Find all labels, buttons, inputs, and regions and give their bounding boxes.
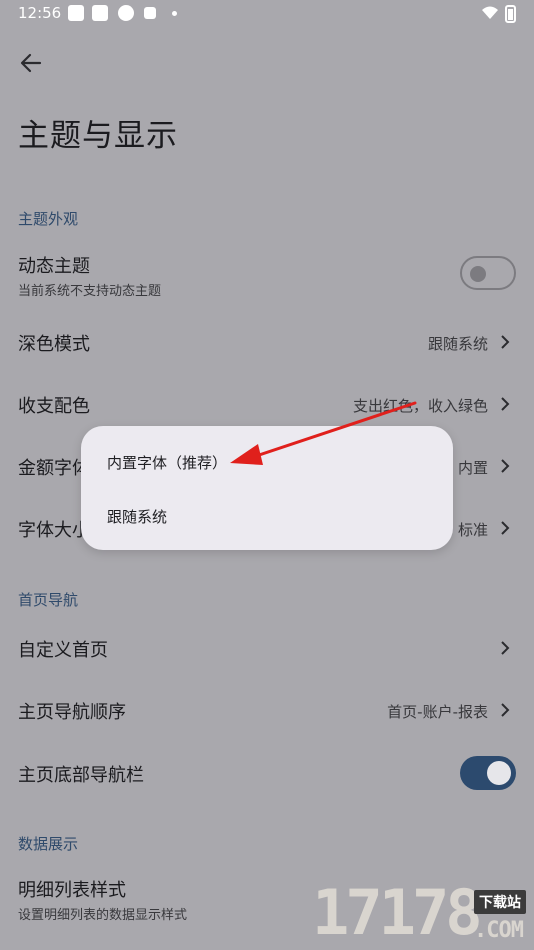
chevron-right-icon bbox=[501, 335, 510, 349]
arrow-left-icon bbox=[20, 53, 42, 73]
page-title: 主题与显示 bbox=[18, 118, 178, 154]
setting-home-nav-order[interactable]: 主页导航顺序 首页-账户-报表 bbox=[0, 686, 534, 734]
setting-income-expense-color[interactable]: 收支配色 支出红色，收入绿色 bbox=[0, 380, 534, 428]
notification-icon bbox=[68, 5, 84, 21]
setting-dark-mode[interactable]: 深色模式 跟随系统 bbox=[0, 318, 534, 366]
setting-value: 首页-账户-报表 bbox=[387, 703, 488, 721]
chevron-right-icon bbox=[501, 397, 510, 411]
notification-icon bbox=[92, 5, 108, 21]
status-right bbox=[480, 4, 520, 28]
status-bar: 12:56 bbox=[0, 0, 534, 28]
popup-option-builtin-font[interactable]: 内置字体（推荐） bbox=[107, 452, 227, 473]
section-header-home-nav: 首页导航 bbox=[18, 591, 79, 609]
setting-custom-home[interactable]: 自定义首页 bbox=[0, 624, 534, 672]
setting-title: 自定义首页 bbox=[18, 640, 108, 661]
setting-value: 标准 bbox=[457, 521, 488, 539]
wifi-battery-icon bbox=[482, 5, 516, 23]
setting-title: 金额字体 bbox=[18, 458, 90, 479]
setting-title: 深色模式 bbox=[18, 334, 90, 355]
chevron-right-icon bbox=[501, 703, 510, 717]
setting-title: 字体大小 bbox=[18, 520, 90, 541]
setting-title: 明细列表样式 bbox=[18, 880, 126, 901]
setting-title: 动态主题 bbox=[18, 256, 90, 277]
setting-value: 支出红色，收入绿色 bbox=[352, 397, 488, 415]
section-header-data-display: 数据展示 bbox=[18, 835, 79, 853]
watermark-tag: 下载站 bbox=[474, 890, 526, 914]
setting-subtitle: 当前系统不支持动态主题 bbox=[18, 284, 162, 299]
watermark-domain: .COM bbox=[474, 918, 524, 943]
setting-subtitle: 设置明细列表的数据显示样式 bbox=[18, 908, 188, 923]
setting-dynamic-theme[interactable]: 动态主题 当前系统不支持动态主题 bbox=[0, 244, 534, 306]
dynamic-theme-toggle[interactable] bbox=[460, 256, 516, 290]
wifi-icon bbox=[482, 6, 498, 19]
section-header-theme: 主题外观 bbox=[18, 210, 79, 228]
toggle-knob bbox=[487, 761, 511, 785]
back-button[interactable] bbox=[16, 48, 46, 78]
setting-title: 收支配色 bbox=[18, 396, 90, 417]
notification-icon bbox=[118, 5, 134, 21]
watermark-digits: 17178 bbox=[312, 876, 483, 949]
status-time: 12:56 bbox=[18, 4, 62, 22]
setting-title: 主页底部导航栏 bbox=[18, 765, 144, 786]
chevron-right-icon bbox=[501, 459, 510, 473]
toggle-knob bbox=[470, 266, 486, 282]
chevron-right-icon bbox=[501, 521, 510, 535]
watermark-logo: 17178 下载站 .COM bbox=[312, 866, 534, 950]
popup-option-follow-system[interactable]: 跟随系统 bbox=[107, 506, 167, 527]
setting-home-bottom-nav[interactable]: 主页底部导航栏 bbox=[0, 748, 534, 798]
more-notifications-dot bbox=[172, 11, 177, 16]
notification-icon bbox=[144, 7, 156, 19]
setting-title: 主页导航顺序 bbox=[18, 702, 126, 723]
home-bottom-nav-toggle[interactable] bbox=[460, 756, 516, 790]
setting-value: 内置 bbox=[457, 459, 488, 477]
setting-value: 跟随系统 bbox=[427, 335, 488, 353]
font-choice-popup: 内置字体（推荐） 跟随系统 bbox=[81, 426, 453, 550]
chevron-right-icon bbox=[501, 641, 510, 655]
